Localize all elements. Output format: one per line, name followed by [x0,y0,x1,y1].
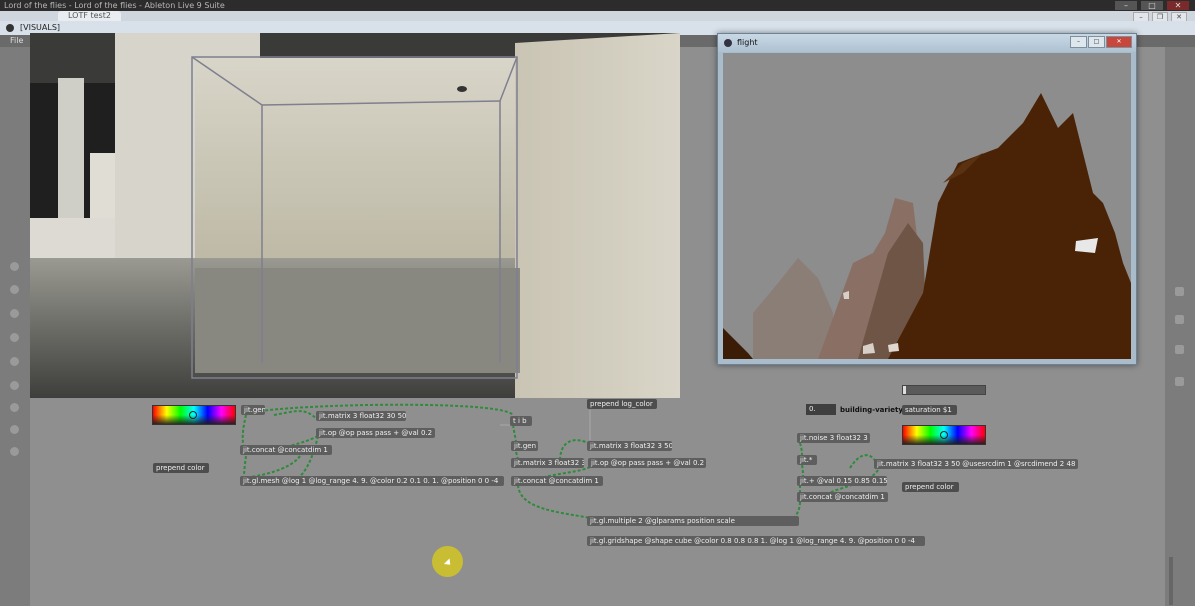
jit-plus-object[interactable]: jit.+ @val 0.15 0.85 0.15 [797,476,887,486]
flight-titlebar[interactable]: flight – □ ✕ [718,34,1136,52]
jit-gen-object[interactable]: jit.gen [241,405,265,415]
flight-window-controls: – □ ✕ [1070,36,1132,48]
jit-matrix-object[interactable]: jit.matrix 3 float32 3 50 @usesrcdim 1 @… [874,459,1078,469]
jit-matrix-object[interactable]: jit.matrix 3 float32 30 50 [316,411,406,421]
jit-concat-object[interactable]: jit.concat @concatdim 1 [511,476,603,486]
color-swatch-mesh[interactable] [152,405,236,425]
cursor-arrow-icon [443,558,454,568]
jit-gl-multiple-object[interactable]: jit.gl.multiple 2 @glparams position sca… [587,516,799,526]
toolbar-icon[interactable] [10,381,19,390]
right-toolbar [1165,47,1195,606]
jit-gl-gridshape-object[interactable]: jit.gl.gridshape @shape cube @color 0.8 … [587,536,925,546]
prepend-color-message[interactable]: prepend color [902,482,959,492]
toolbar-icon[interactable] [1175,315,1184,324]
toolbar-icon[interactable] [1175,287,1184,296]
jit-op-object[interactable]: jit.op @op pass pass + @val 0.2 [588,458,706,468]
maximize-icon[interactable]: □ [1141,1,1163,10]
jit-gen-object[interactable]: jit.gen [511,441,538,451]
toolbar-icon[interactable] [10,262,19,271]
trigger-object[interactable]: t i b [510,416,532,426]
toolbar-icon[interactable] [10,333,19,342]
number-box[interactable]: 0. [806,404,836,415]
color-swatch-buildings[interactable] [902,425,986,445]
building-variety-label: building-variety [840,406,903,414]
toolbar-icon[interactable] [10,403,19,412]
scrollbar[interactable] [1169,557,1173,605]
saturation-slider[interactable] [902,385,986,395]
menu-file[interactable]: File [10,35,23,47]
toolbar-icon[interactable] [10,309,19,318]
jit-op-object[interactable]: jit.op @op pass pass + @val 0.2 [316,428,435,438]
saturation-message[interactable]: saturation $1 [902,405,957,415]
jit-matrix-object[interactable]: jit.matrix 3 float32 3 [511,458,584,468]
jit-concat-object[interactable]: jit.concat @concatdim 1 [240,445,332,455]
prepend-log-color-message[interactable]: prepend log_color [587,399,657,409]
window-controls: – □ ✕ [1115,0,1189,11]
toolbar-icon[interactable] [10,285,19,294]
max-app-icon [6,24,14,32]
minimize-icon[interactable]: – [1115,1,1137,10]
close-icon[interactable]: ✕ [1106,36,1132,48]
jit-multiply-object[interactable]: jit.* [797,455,817,465]
camera-video-feed [30,33,680,398]
tab-strip: LOTF test2 – ❐ ✕ [0,11,1195,22]
close-icon[interactable]: ✕ [1167,1,1189,10]
toolbar-icon[interactable] [1175,377,1184,386]
maximize-icon[interactable]: □ [1088,36,1105,48]
jit-noise-object[interactable]: jit.noise 3 float32 3 [797,433,870,443]
flight-window[interactable]: flight – □ ✕ [717,33,1137,365]
toolbar-icon[interactable] [10,447,19,456]
jit-concat-object[interactable]: jit.concat @concatdim 1 [797,492,888,502]
toolbar-icon[interactable] [10,357,19,366]
flight-title: flight [737,38,758,47]
app-title: Lord of the flies - Lord of the flies - … [4,1,225,10]
app-title-bar: Lord of the flies - Lord of the flies - … [0,0,1195,11]
jit-gl-mesh-object[interactable]: jit.gl.mesh @log 1 @log_range 4. 9. @col… [240,476,504,486]
tab-lotf-test2[interactable]: LOTF test2 [58,11,121,21]
minimize-icon[interactable]: – [1070,36,1087,48]
left-toolbar [0,47,30,606]
prepend-color-message[interactable]: prepend color [153,463,209,473]
mouse-cursor-highlight [432,546,463,577]
max-app-icon [724,39,732,47]
toolbar-icon[interactable] [1175,345,1184,354]
flight-render-view [723,53,1131,359]
jit-matrix-object[interactable]: jit.matrix 3 float32 3 50 [587,441,672,451]
toolbar-icon[interactable] [10,425,19,434]
